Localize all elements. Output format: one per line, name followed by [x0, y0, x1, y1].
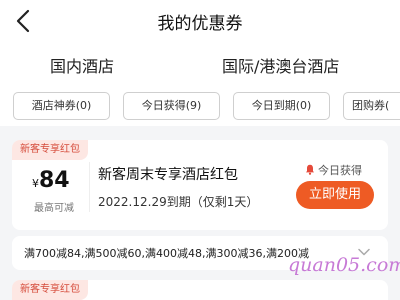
obtained-today-text: 今日获得 — [318, 164, 362, 177]
coupon-card[interactable]: 新客专享红包 ¥84 最高可减 新客周末专享酒店红包 2022.12.29到期（… — [12, 140, 388, 230]
filter-chip-group-buy[interactable]: 团购券( — [343, 92, 400, 120]
coupon-tag-2: 新客专享红包 — [12, 280, 88, 300]
currency-symbol: ¥ — [32, 177, 39, 190]
divider — [89, 162, 90, 212]
watermark: quan05.com — [288, 254, 400, 276]
coupon-card-2[interactable]: 新客专享红包 — [12, 280, 388, 300]
amount-note: 最高可减 — [34, 203, 74, 214]
page-title: 我的优惠券 — [157, 14, 243, 34]
obtained-today-label: 今日获得 — [305, 162, 362, 178]
tab-international-hotels[interactable]: 国际/港澳台酒店 — [222, 53, 339, 77]
use-now-button[interactable]: 立即使用 — [296, 181, 374, 209]
coupon-amount: ¥84 — [32, 168, 70, 193]
bell-icon — [306, 164, 314, 175]
tab-domestic-hotels[interactable]: 国内酒店 — [50, 53, 114, 77]
coupon-expiry: 2022.12.29到期（仅剩1天） — [98, 195, 259, 209]
top-bar: 我的优惠券 — [0, 0, 400, 44]
amount-value: 84 — [39, 168, 70, 193]
filter-chip-row: 酒店神券(0) 今日获得(9) 今日到期(0) 团购券( — [0, 86, 400, 126]
filter-chip-obtained-today[interactable]: 今日获得(9) — [123, 92, 220, 120]
tab-bar: 国内酒店 国际/港澳台酒店 — [0, 44, 400, 125]
filter-chip-expiring-today[interactable]: 今日到期(0) — [233, 92, 330, 120]
coupon-tag: 新客专享红包 — [12, 140, 88, 160]
filter-chip-hotel-super-coupon[interactable]: 酒店神券(0) — [13, 92, 110, 120]
coupon-title: 新客周末专享酒店红包 — [98, 167, 238, 183]
